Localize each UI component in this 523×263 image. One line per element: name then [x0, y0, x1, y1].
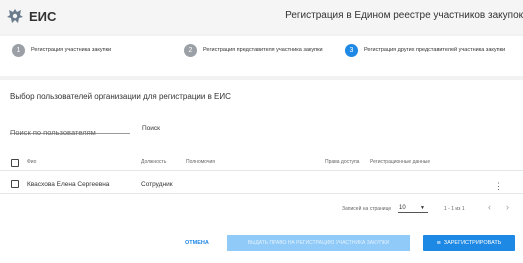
- cancel-button[interactable]: ОТМЕНА: [185, 240, 209, 246]
- column-header-position: Должность: [141, 159, 167, 165]
- coat-of-arms-icon[interactable]: [6, 7, 24, 25]
- column-header-fio: Фио: [27, 159, 37, 165]
- page-range: 1 - 1 из 1: [444, 206, 465, 212]
- rows-per-page-label: Записей на странице: [342, 206, 392, 212]
- register-button[interactable]: ≡ ЗАРЕГИСТРИРОВАТЬ: [423, 235, 515, 251]
- step-number: 2: [184, 44, 197, 57]
- search-field: [10, 122, 130, 137]
- page-title: Регистрация в Едином реестре участников …: [285, 10, 523, 21]
- section-title: Выбор пользователей организации для реги…: [10, 92, 231, 101]
- step-number: 3: [345, 44, 358, 57]
- search-button[interactable]: Поиск: [142, 125, 160, 132]
- step-label: Регистрация участника закупки: [31, 47, 112, 53]
- cell-fio: Квасхова Елена Сергеевна: [27, 181, 110, 188]
- caret-down-icon: ▼: [420, 205, 425, 211]
- rows-per-page-value: 10: [399, 205, 406, 211]
- column-header-reg-data: Регистрационные данные: [370, 159, 431, 165]
- rows-per-page-select[interactable]: 10 ▼: [398, 204, 428, 213]
- brand-name[interactable]: ЕИС: [29, 9, 56, 24]
- header-bar: ЕИС Регистрация в Едином реестре участни…: [0, 0, 523, 34]
- select-all-checkbox[interactable]: [11, 159, 19, 167]
- step-2: 2 Регистрация представителя участника за…: [184, 44, 323, 57]
- search-input[interactable]: [10, 128, 130, 137]
- more-vert-icon[interactable]: ⋮: [494, 181, 503, 192]
- pagination: Записей на странице 10 ▼ 1 - 1 из 1 ‹ ›: [0, 202, 523, 219]
- stepper: 1 Регистрация участника закупки 2 Регист…: [0, 36, 523, 76]
- grant-registration-button[interactable]: ВЫДАТЬ ПРАВО НА РЕГИСТРАЦИЮ УЧАСТНИКА ЗА…: [227, 235, 410, 251]
- step-3: 3 Регистрация других представителей учас…: [345, 44, 510, 57]
- playlist-check-icon: ≡: [436, 239, 441, 247]
- step-label: Регистрация других представителей участн…: [364, 47, 506, 53]
- step-1: 1 Регистрация участника закупки: [12, 44, 111, 57]
- register-button-label: ЗАРЕГИСТРИРОВАТЬ: [443, 240, 502, 246]
- column-header-access: Права доступа: [325, 159, 360, 165]
- column-header-powers: Полномочия: [186, 159, 215, 165]
- step-number: 1: [12, 44, 25, 57]
- table-header: Фио Должность Полномочия Права доступа Р…: [0, 155, 523, 171]
- table-row: Квасхова Елена Сергеевна Сотрудник ⋮: [0, 176, 523, 194]
- users-card: Выбор пользователей организации для реги…: [0, 80, 523, 263]
- row-checkbox[interactable]: [11, 180, 19, 188]
- action-bar: ОТМЕНА ВЫДАТЬ ПРАВО НА РЕГИСТРАЦИЮ УЧАСТ…: [0, 230, 523, 256]
- step-label: Регистрация представителя участника заку…: [203, 47, 323, 53]
- cell-position: Сотрудник: [141, 181, 173, 188]
- chevron-right-icon[interactable]: ›: [506, 202, 509, 212]
- chevron-left-icon[interactable]: ‹: [488, 202, 491, 212]
